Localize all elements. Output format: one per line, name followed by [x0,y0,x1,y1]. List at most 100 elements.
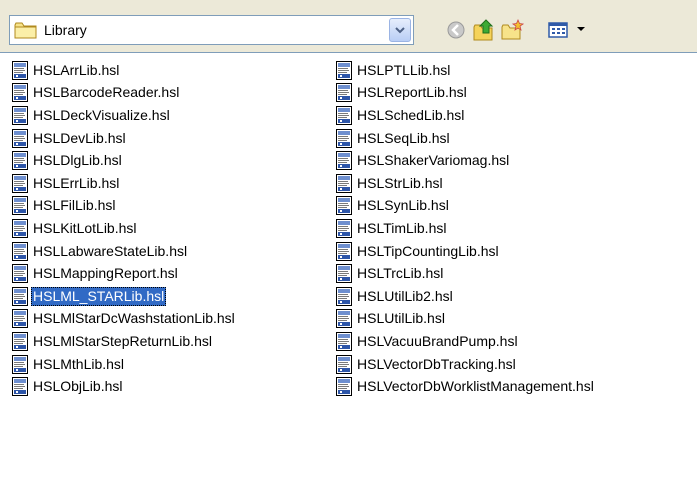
new-folder-icon [501,18,524,40]
toolbar: Library [0,0,697,52]
hsl-file-icon [336,196,352,216]
file-item[interactable]: HSLMlStarStepReturnLib.hsl [12,330,237,353]
file-name: HSLDeckVisualize.hsl [33,106,170,123]
file-item[interactable]: HSLDevLib.hsl [12,127,237,150]
hsl-file-icon [12,105,28,125]
file-name: HSLSchedLib.hsl [357,106,465,123]
hsl-file-icon [336,354,352,374]
file-name: HSLDlgLib.hsl [33,152,122,169]
hsl-file-icon [336,173,352,193]
file-item[interactable]: HSLArrLib.hsl [12,59,237,82]
hsl-file-icon [12,128,28,148]
hsl-file-icon [12,60,28,80]
file-item[interactable]: HSLUtilLib2.hsl [336,285,596,308]
file-name: HSLShakerVariomag.hsl [357,152,510,169]
file-column-2: HSLPTLLib.hsl HSLReportLib.hsl HSLSchedL… [336,59,596,398]
look-in-dropdown-button[interactable] [389,18,411,42]
hsl-file-icon [12,151,28,171]
file-name: HSLVacuuBrandPump.hsl [357,332,518,349]
file-name: HSLTipCountingLib.hsl [357,242,499,259]
file-item[interactable]: HSLKitLotLib.hsl [12,217,237,240]
hsl-file-icon [336,105,352,125]
view-menu-icon [548,22,568,38]
view-menu-button[interactable] [546,18,570,42]
hsl-file-icon [12,331,28,351]
file-item[interactable]: HSLVacuuBrandPump.hsl [336,330,596,353]
hsl-file-icon [12,309,28,329]
file-name: HSLReportLib.hsl [357,84,467,101]
file-item[interactable]: HSLMlStarDcWashstationLib.hsl [12,308,237,331]
file-name: HSLArrLib.hsl [33,61,120,78]
back-button[interactable] [444,18,468,42]
file-item[interactable]: HSLReportLib.hsl [336,82,596,105]
file-item[interactable]: HSLLabwareStateLib.hsl [12,240,237,263]
file-item[interactable]: HSLUtilLib.hsl [336,308,596,331]
hsl-file-icon [12,354,28,374]
view-menu-arrow-icon[interactable] [577,27,585,31]
file-name: HSLStrLib.hsl [357,174,443,191]
file-column-1: HSLArrLib.hsl HSLBarcodeReader.hsl HSLDe… [12,59,237,398]
file-item[interactable]: HSLStrLib.hsl [336,172,596,195]
file-name: HSLSynLib.hsl [357,197,449,214]
file-item[interactable]: HSLTipCountingLib.hsl [336,240,596,263]
file-name: HSLMlStarDcWashstationLib.hsl [33,310,235,327]
file-item[interactable]: HSLMappingReport.hsl [12,262,237,285]
file-item[interactable]: HSLVectorDbTracking.hsl [336,353,596,376]
file-name: HSLVectorDbWorklistManagement.hsl [357,378,594,395]
hsl-file-icon [336,151,352,171]
file-item[interactable]: HSLBarcodeReader.hsl [12,82,237,105]
file-item[interactable]: HSLPTLLib.hsl [336,59,596,82]
file-item[interactable]: HSLTimLib.hsl [336,217,596,240]
file-item-selected[interactable]: HSLML_STARLib.hsl [12,285,237,308]
file-item[interactable]: HSLErrLib.hsl [12,172,237,195]
file-name: HSLSeqLib.hsl [357,129,450,146]
file-item[interactable]: HSLSynLib.hsl [336,195,596,218]
file-item[interactable]: HSLFilLib.hsl [12,195,237,218]
file-item[interactable]: HSLSeqLib.hsl [336,127,596,150]
file-item[interactable]: HSLDlgLib.hsl [12,149,237,172]
hsl-file-icon [12,83,28,103]
folder-icon [14,22,37,39]
hsl-file-icon [336,286,352,306]
file-item[interactable]: HSLTrcLib.hsl [336,262,596,285]
file-name: HSLBarcodeReader.hsl [33,84,180,101]
file-item[interactable]: HSLSchedLib.hsl [336,104,596,127]
file-item[interactable]: HSLShakerVariomag.hsl [336,149,596,172]
file-item[interactable]: HSLVectorDbWorklistManagement.hsl [336,375,596,398]
file-name: HSLML_STARLib.hsl [31,286,167,306]
up-folder-icon [473,19,494,41]
hsl-file-icon [12,286,28,306]
hsl-file-icon [336,218,352,238]
hsl-file-icon [12,173,28,193]
look-in-value: Library [44,22,87,38]
file-name: HSLUtilLib.hsl [357,310,445,327]
new-folder-button[interactable] [500,18,524,42]
hsl-file-icon [12,218,28,238]
file-item[interactable]: HSLMthLib.hsl [12,353,237,376]
hsl-file-icon [336,309,352,329]
file-name: HSLVectorDbTracking.hsl [357,355,516,372]
file-name: HSLUtilLib2.hsl [357,287,453,304]
hsl-file-icon [336,377,352,397]
up-folder-button[interactable] [472,18,496,42]
hsl-file-icon [336,264,352,284]
file-name: HSLPTLLib.hsl [357,61,451,78]
file-list[interactable]: HSLArrLib.hsl HSLBarcodeReader.hsl HSLDe… [0,52,697,488]
dropdown-arrow-icon [395,26,405,33]
file-name: HSLMlStarStepReturnLib.hsl [33,332,212,349]
look-in-combobox[interactable]: Library [9,15,414,45]
file-item[interactable]: HSLDeckVisualize.hsl [12,104,237,127]
file-name: HSLTrcLib.hsl [357,265,444,282]
file-name: HSLObjLib.hsl [33,378,123,395]
back-icon [447,21,465,39]
file-name: HSLDevLib.hsl [33,129,126,146]
hsl-file-icon [336,60,352,80]
file-item[interactable]: HSLObjLib.hsl [12,375,237,398]
file-name: HSLErrLib.hsl [33,174,120,191]
hsl-file-icon [12,241,28,261]
file-name: HSLTimLib.hsl [357,219,447,236]
hsl-file-icon [336,241,352,261]
hsl-file-icon [336,128,352,148]
file-name: HSLMthLib.hsl [33,355,125,372]
file-name: HSLMappingReport.hsl [33,265,178,282]
